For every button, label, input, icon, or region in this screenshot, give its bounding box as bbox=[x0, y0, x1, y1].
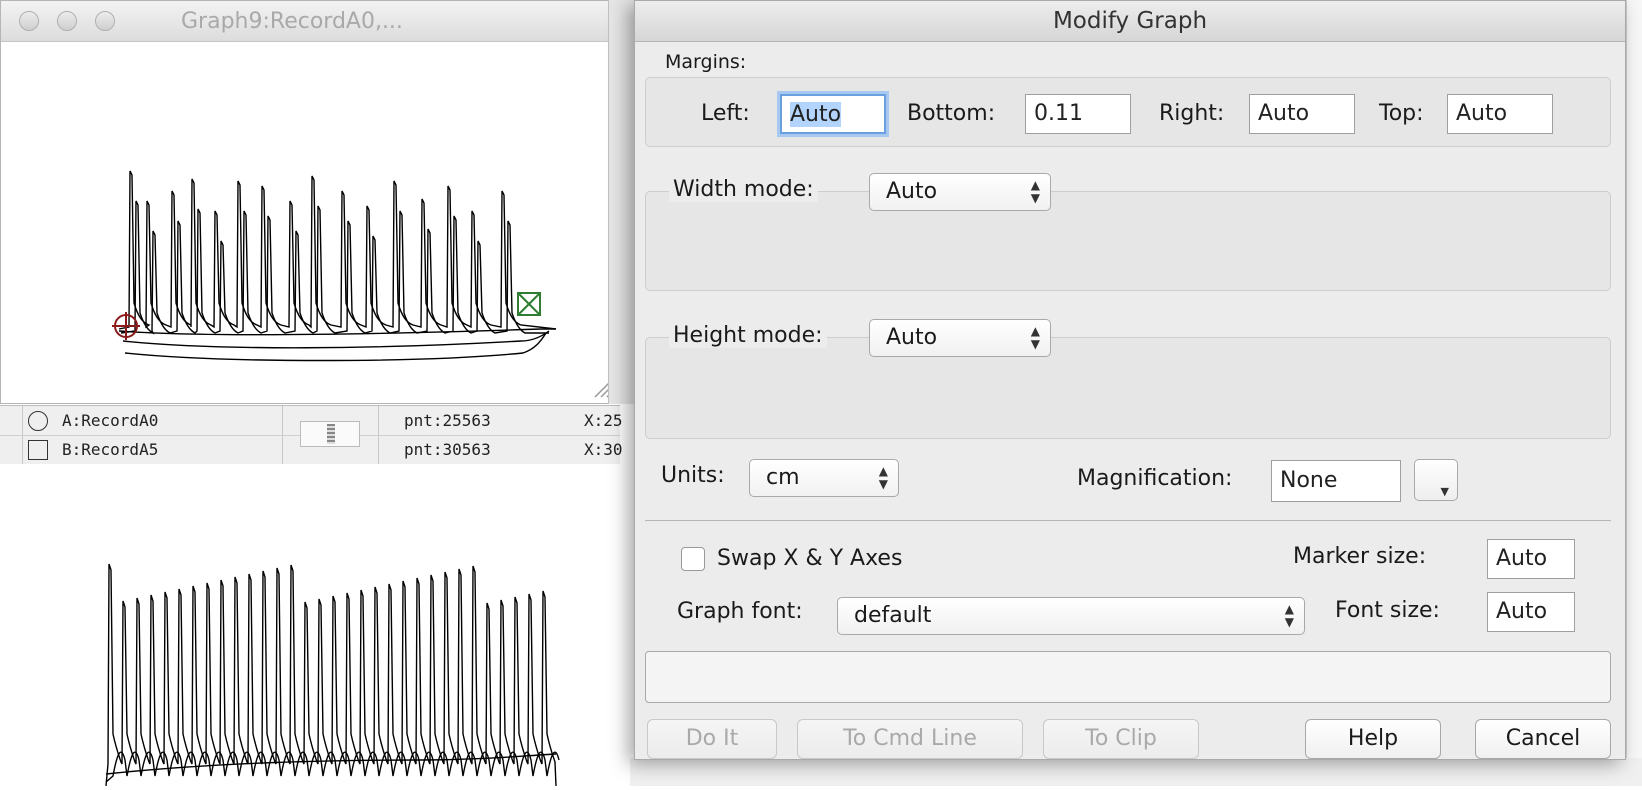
modify-graph-dialog: Modify Graph Margins: Left: Auto Bottom:… bbox=[634, 0, 1626, 760]
font-size-label: Font size: bbox=[1335, 598, 1440, 623]
units-popup[interactable]: cm ▲ ▼ bbox=[749, 459, 899, 497]
to-cmd-line-button[interactable]: To Cmd Line bbox=[797, 719, 1023, 759]
height-mode-label: Height mode: bbox=[669, 323, 827, 348]
popup-arrows-icon: ▲ ▼ bbox=[1030, 178, 1040, 205]
lower-trace-plot bbox=[105, 563, 560, 787]
chevron-down-icon: ▼ bbox=[1440, 485, 1449, 498]
graph-window-title: Graph9:RecordA0,... bbox=[181, 9, 403, 34]
graph-font-label: Graph font: bbox=[677, 599, 803, 624]
top-margin-input[interactable]: Auto bbox=[1447, 94, 1553, 134]
minimize-window-button[interactable] bbox=[57, 11, 77, 31]
cancel-button[interactable]: Cancel bbox=[1475, 719, 1611, 759]
command-preview-area[interactable] bbox=[645, 651, 1611, 703]
graph-window: Graph9:RecordA0,... bbox=[0, 0, 618, 404]
marker-size-label: Marker size: bbox=[1293, 544, 1427, 569]
bottom-margin-label: Bottom: bbox=[907, 101, 996, 126]
cursor-b-x: X:30 bbox=[584, 440, 623, 459]
margins-section-label: Margins: bbox=[665, 51, 747, 73]
cursor-b-point: pnt:30563 bbox=[404, 440, 491, 459]
magnification-menu-button[interactable]: ▼ bbox=[1414, 459, 1458, 501]
dialog-title: Modify Graph bbox=[1052, 8, 1208, 34]
top-margin-label: Top: bbox=[1379, 101, 1424, 126]
height-mode-popup[interactable]: Auto ▲ ▼ bbox=[869, 319, 1051, 357]
upper-trace-plot bbox=[112, 170, 557, 362]
magnification-label: Magnification: bbox=[1077, 466, 1233, 491]
cursor-info-panel: A:RecordA0 pnt:25563 X:25 B:RecordA5 pnt… bbox=[0, 405, 623, 465]
cursor-slider[interactable] bbox=[300, 421, 360, 447]
waveform-traces bbox=[118, 170, 557, 362]
background-window-edge bbox=[630, 758, 1642, 786]
marker-size-input[interactable]: Auto bbox=[1487, 539, 1575, 579]
swap-axes-checkbox[interactable] bbox=[681, 547, 705, 571]
lower-graph-plot[interactable] bbox=[0, 464, 620, 787]
do-it-button[interactable]: Do It bbox=[647, 719, 777, 759]
graph-plot-area[interactable] bbox=[1, 41, 617, 403]
height-mode-group bbox=[645, 337, 1611, 439]
width-mode-group bbox=[645, 191, 1611, 291]
left-margin-input[interactable]: Auto bbox=[780, 94, 886, 134]
popup-arrows-icon: ▲ ▼ bbox=[1284, 602, 1294, 629]
right-margin-input[interactable]: Auto bbox=[1249, 94, 1355, 134]
width-mode-label: Width mode: bbox=[669, 177, 818, 202]
units-label: Units: bbox=[661, 463, 725, 488]
width-mode-popup[interactable]: Auto ▲ ▼ bbox=[869, 173, 1051, 211]
cursor-b-marker[interactable] bbox=[517, 292, 541, 316]
cursor-a-x: X:25 bbox=[584, 411, 623, 430]
bottom-margin-input[interactable]: 0.11 bbox=[1025, 94, 1131, 134]
right-margin-label: Right: bbox=[1159, 101, 1225, 126]
drawing-tool-strip[interactable] bbox=[608, 0, 635, 404]
close-window-button[interactable] bbox=[19, 11, 39, 31]
circle-cursor-icon[interactable] bbox=[28, 411, 48, 431]
popup-arrows-icon: ▲ ▼ bbox=[1030, 324, 1040, 351]
font-size-input[interactable]: Auto bbox=[1487, 592, 1575, 632]
popup-arrows-icon: ▲ ▼ bbox=[878, 464, 888, 491]
lower-waveform-traces bbox=[105, 563, 560, 787]
left-margin-label: Left: bbox=[701, 101, 750, 126]
cursor-b-label: B:RecordA5 bbox=[62, 440, 159, 459]
cursor-a-label: A:RecordA0 bbox=[62, 411, 159, 430]
square-cursor-icon[interactable] bbox=[28, 440, 48, 460]
dialog-titlebar[interactable]: Modify Graph bbox=[635, 1, 1625, 42]
to-clip-button[interactable]: To Clip bbox=[1043, 719, 1199, 759]
zoom-window-button[interactable] bbox=[95, 11, 115, 31]
graph-font-popup[interactable]: default ▲ ▼ bbox=[837, 597, 1305, 635]
dialog-separator bbox=[645, 520, 1611, 521]
graph-titlebar[interactable]: Graph9:RecordA0,... bbox=[1, 1, 617, 42]
magnification-input[interactable]: None bbox=[1271, 460, 1401, 502]
swap-axes-label: Swap X & Y Axes bbox=[717, 546, 903, 571]
cursor-a-point: pnt:25563 bbox=[404, 411, 491, 430]
slider-thumb[interactable] bbox=[327, 424, 335, 444]
help-button[interactable]: Help bbox=[1305, 719, 1441, 759]
background-document-edge bbox=[1626, 0, 1642, 786]
